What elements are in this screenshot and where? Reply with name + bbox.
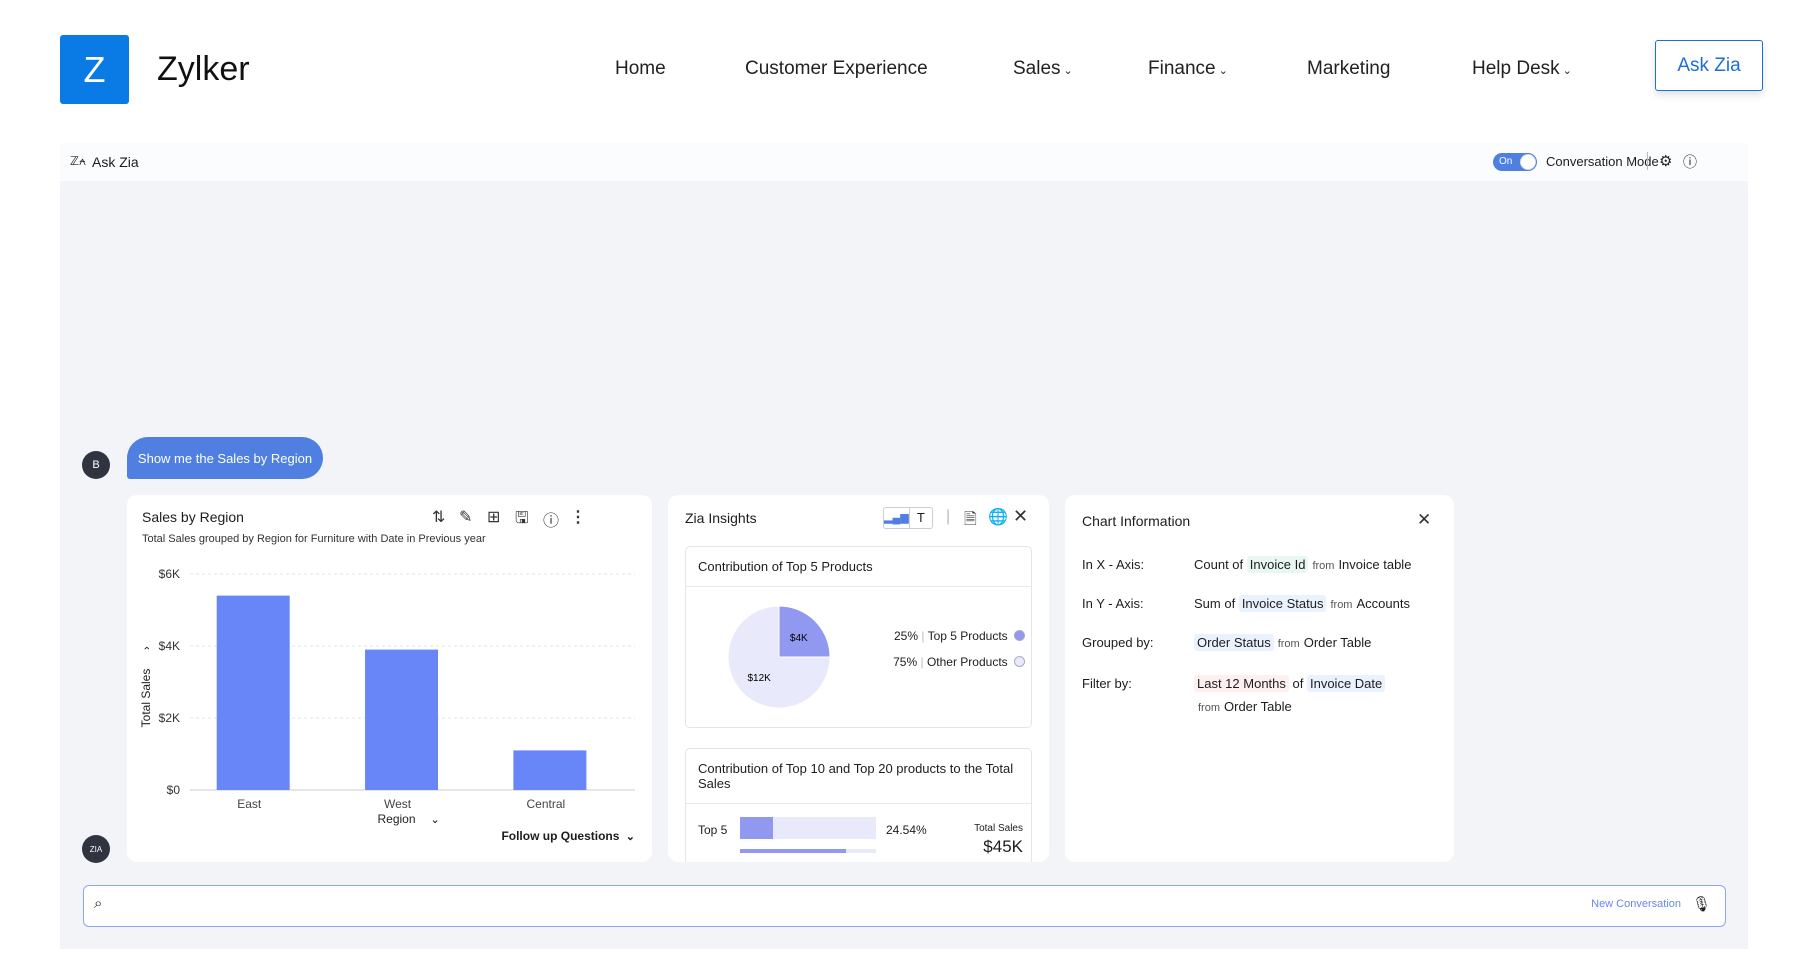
chart-view-icon[interactable]: ▂▄▆ [884, 508, 910, 528]
ask-zia-button[interactable]: Ask Zia [1655, 40, 1763, 91]
nav-sales[interactable]: Sales ⌄ [1013, 58, 1073, 80]
text-view-icon[interactable]: T [910, 508, 932, 528]
panel-header: ℤ⍲ Ask Zia On Conversation Mode ⚙ ⓘ [60, 143, 1748, 181]
nav-label: Customer Experience [745, 58, 928, 79]
top10-20-contribution-box: Contribution of Top 10 and Top 20 produc… [685, 748, 1032, 862]
close-icon[interactable]: ✕ [1013, 506, 1028, 527]
microphone-icon[interactable]: 🎙 [1692, 895, 1711, 913]
x-tick-label: Central [527, 797, 566, 811]
globe-icon[interactable]: 🌐 [988, 507, 1008, 527]
info-value: Order Status from Order Table [1194, 634, 1371, 651]
nav-label: Home [615, 58, 666, 79]
gear-icon[interactable]: ⚙ [1659, 152, 1672, 170]
zia-insights-card: Zia Insights ▂▄▆ T | 🗎 🌐 ✕ Contribution … [668, 495, 1049, 862]
pie-slice[interactable] [778, 605, 831, 658]
legend-item[interactable]: 75% | Other Products [893, 655, 1025, 669]
y-axis-title[interactable]: Total Sales [139, 669, 153, 728]
y-tick-label: $0 [167, 783, 181, 797]
slice-label: $4K [790, 633, 808, 644]
y-tick-label: $2K [159, 711, 180, 725]
row-percent: 24.54% [886, 823, 927, 837]
y-tick-label: $6K [159, 567, 180, 581]
progress-fill [740, 817, 774, 839]
box-title: Contribution of Top 5 Products [686, 547, 1031, 587]
logo[interactable]: Z [60, 35, 129, 104]
chat-input-bar: ⌕ New Conversation 🎙 [83, 885, 1726, 927]
nav-home[interactable]: Home [615, 58, 666, 80]
info-label: In X - Axis: [1082, 557, 1145, 572]
new-conversation-link[interactable]: New Conversation [1591, 898, 1681, 910]
slice-label: $12K [747, 673, 771, 684]
chevron-down-icon: ⌄ [1218, 65, 1228, 77]
conversation-mode-toggle[interactable]: On [1493, 153, 1537, 171]
panel-title: Ask Zia [92, 154, 139, 170]
chart-information-card: Chart Information ✕ In X - Axis: Count o… [1065, 495, 1454, 862]
bar-east[interactable] [216, 595, 290, 790]
user-avatar: B [82, 451, 110, 479]
progress-track-2 [740, 849, 876, 853]
bar-west[interactable] [365, 649, 439, 790]
box-title: Contribution of Top 10 and Top 20 produc… [686, 749, 1031, 804]
bar-central[interactable] [513, 750, 587, 790]
user-message: Show me the Sales by Region [127, 437, 323, 479]
chevron-down-icon: ⌄ [1063, 65, 1073, 77]
y-tick-label: $4K [159, 639, 180, 653]
x-tick-label: West [384, 797, 412, 811]
info-value: Sum of Invoice Status from Accounts [1194, 595, 1410, 612]
help-icon[interactable]: ⓘ [1683, 152, 1697, 172]
bar-chart: $0 $2K $4K $6K East West Central Region ⌄ Total S… [139, 567, 635, 826]
filter-value: Last 12 Months of Invoice Date [1194, 675, 1386, 692]
total-sales-label: Total Sales [974, 823, 1023, 834]
follow-up-label: Follow up Questions [501, 829, 620, 843]
chevron-down-icon: ⌄ [1562, 65, 1572, 77]
nav-customer-experience[interactable]: Customer Experience [745, 58, 928, 80]
nav-marketing[interactable]: Marketing [1307, 58, 1390, 80]
top5-contribution-box: Contribution of Top 5 Products $4K $12K 2… [685, 546, 1032, 728]
legend-swatch [1014, 656, 1025, 667]
chevron-icon[interactable]: › [141, 646, 153, 650]
legend-swatch [1014, 630, 1025, 641]
ask-zia-panel: ℤ⍲ Ask Zia On Conversation Mode ⚙ ⓘ B Sh… [60, 143, 1748, 949]
conversation-mode-label: Conversation Mode [1546, 154, 1659, 169]
progress-track [740, 817, 876, 839]
brand-name: Zylker [157, 50, 250, 88]
nav-label: Finance [1148, 58, 1216, 79]
insights-title: Zia Insights [685, 510, 757, 526]
view-switch: ▂▄▆ T [883, 507, 933, 529]
filter-label: Filter by: [1082, 676, 1132, 691]
nav-help-desk[interactable]: Help Desk ⌄ [1472, 58, 1572, 80]
total-sales-value: $45K [983, 837, 1023, 856]
nav-label: Sales [1013, 58, 1061, 79]
row-label: Top 5 [698, 823, 728, 837]
search-icon: ⌕ [94, 895, 103, 912]
nav-label: Marketing [1307, 58, 1391, 79]
zia-avatar: ZIA [82, 835, 110, 863]
nav-label: Help Desk [1472, 58, 1560, 79]
x-tick-label: East [237, 797, 262, 811]
info-label: Grouped by: [1082, 635, 1154, 650]
chevron-down-icon[interactable]: ⌄ [431, 814, 440, 826]
x-axis-title[interactable]: Region [377, 812, 415, 826]
legend-item[interactable]: 25% | Top 5 Products [894, 629, 1025, 643]
divider [1647, 152, 1648, 170]
follow-up-questions[interactable]: Follow up Questions ⌄ [501, 829, 635, 843]
nav-finance[interactable]: Finance ⌄ [1148, 58, 1228, 80]
zia-icon: ℤ⍲ [70, 154, 87, 168]
sales-chart-card: Sales by Region Total Sales grouped by R… [127, 495, 652, 862]
close-icon[interactable]: ✕ [1417, 510, 1431, 530]
pie-chart: $4K $12K [727, 605, 831, 709]
document-icon[interactable]: 🗎 [964, 508, 977, 535]
chat-input[interactable] [116, 894, 1366, 918]
filter-source: from Order Table [1198, 699, 1292, 714]
chart-info-title: Chart Information [1082, 513, 1191, 529]
info-value: Count of Invoice Id from Invoice table [1194, 556, 1412, 573]
toggle-label: On [1499, 156, 1513, 167]
divider: | [946, 508, 951, 525]
info-label: In Y - Axis: [1082, 596, 1144, 611]
